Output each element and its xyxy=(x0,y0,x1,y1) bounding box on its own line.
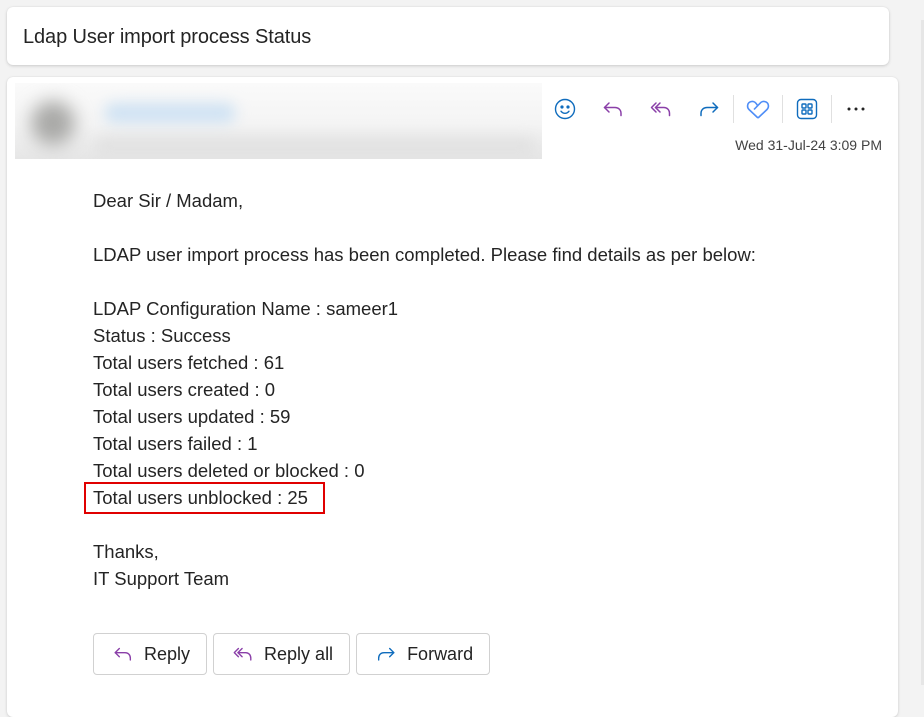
apps-button[interactable] xyxy=(783,93,831,125)
forward-label: Forward xyxy=(407,643,474,664)
forward-toolbar-button[interactable] xyxy=(685,93,733,125)
react-button[interactable] xyxy=(541,93,589,125)
detail-line: Total users failed : 1 xyxy=(93,433,258,454)
sender-details xyxy=(95,139,535,153)
closing: Thanks, xyxy=(93,541,159,562)
detail-line: Total users fetched : 61 xyxy=(93,352,285,373)
forward-icon xyxy=(378,647,395,661)
reply-icon xyxy=(114,647,132,661)
forward-button[interactable]: Forward xyxy=(356,633,491,675)
reply-label: Reply xyxy=(144,643,191,664)
highlighted-detail-line: Total users unblocked : 25 xyxy=(84,482,756,514)
email-subject: Ldap User import process Status xyxy=(23,26,312,48)
detail-line: Status : Success xyxy=(93,325,231,346)
heart-check-icon xyxy=(746,100,770,119)
message-timestamp: Wed 31-Jul-24 3:09 PM xyxy=(735,137,882,153)
emoji-icon xyxy=(554,98,576,120)
greeting: Dear Sir / Madam, xyxy=(93,190,244,211)
reply-button[interactable]: Reply xyxy=(93,633,208,675)
sender-name xyxy=(105,103,235,123)
message-toolbar xyxy=(541,93,880,125)
viva-insights-button[interactable] xyxy=(734,93,782,125)
reply-all-button[interactable]: Reply all xyxy=(213,633,351,675)
reply-toolbar-button[interactable] xyxy=(589,93,637,125)
quick-actions: Reply Reply all Forward xyxy=(93,633,491,675)
red-highlight-box: Total users unblocked : 25 xyxy=(84,482,325,514)
detail-line: LDAP Configuration Name : sameer1 xyxy=(93,298,399,319)
reply-all-icon xyxy=(233,647,252,661)
detail-line: Total users created : 0 xyxy=(93,379,276,400)
message-card: Wed 31-Jul-24 3:09 PM Dear Sir / Madam, … xyxy=(7,77,898,717)
intro-text: LDAP user import process has been comple… xyxy=(93,244,756,265)
more-actions-button[interactable] xyxy=(832,93,880,125)
detail-line: Total users deleted or blocked : 0 xyxy=(93,460,365,481)
message-body: Dear Sir / Madam, LDAP user import proce… xyxy=(84,187,756,592)
forward-icon xyxy=(700,102,719,117)
reply-all-icon xyxy=(650,102,671,117)
sender-info-redacted xyxy=(15,83,542,159)
more-icon xyxy=(847,107,865,111)
subject-card: Ldap User import process Status xyxy=(7,7,889,65)
reply-all-toolbar-button[interactable] xyxy=(637,93,685,125)
reply-all-label: Reply all xyxy=(264,643,334,664)
signature: IT Support Team xyxy=(93,568,230,589)
apps-grid-icon xyxy=(796,98,818,120)
avatar xyxy=(31,101,75,145)
reply-icon xyxy=(603,102,622,117)
detail-line: Total users updated : 59 xyxy=(93,406,291,427)
